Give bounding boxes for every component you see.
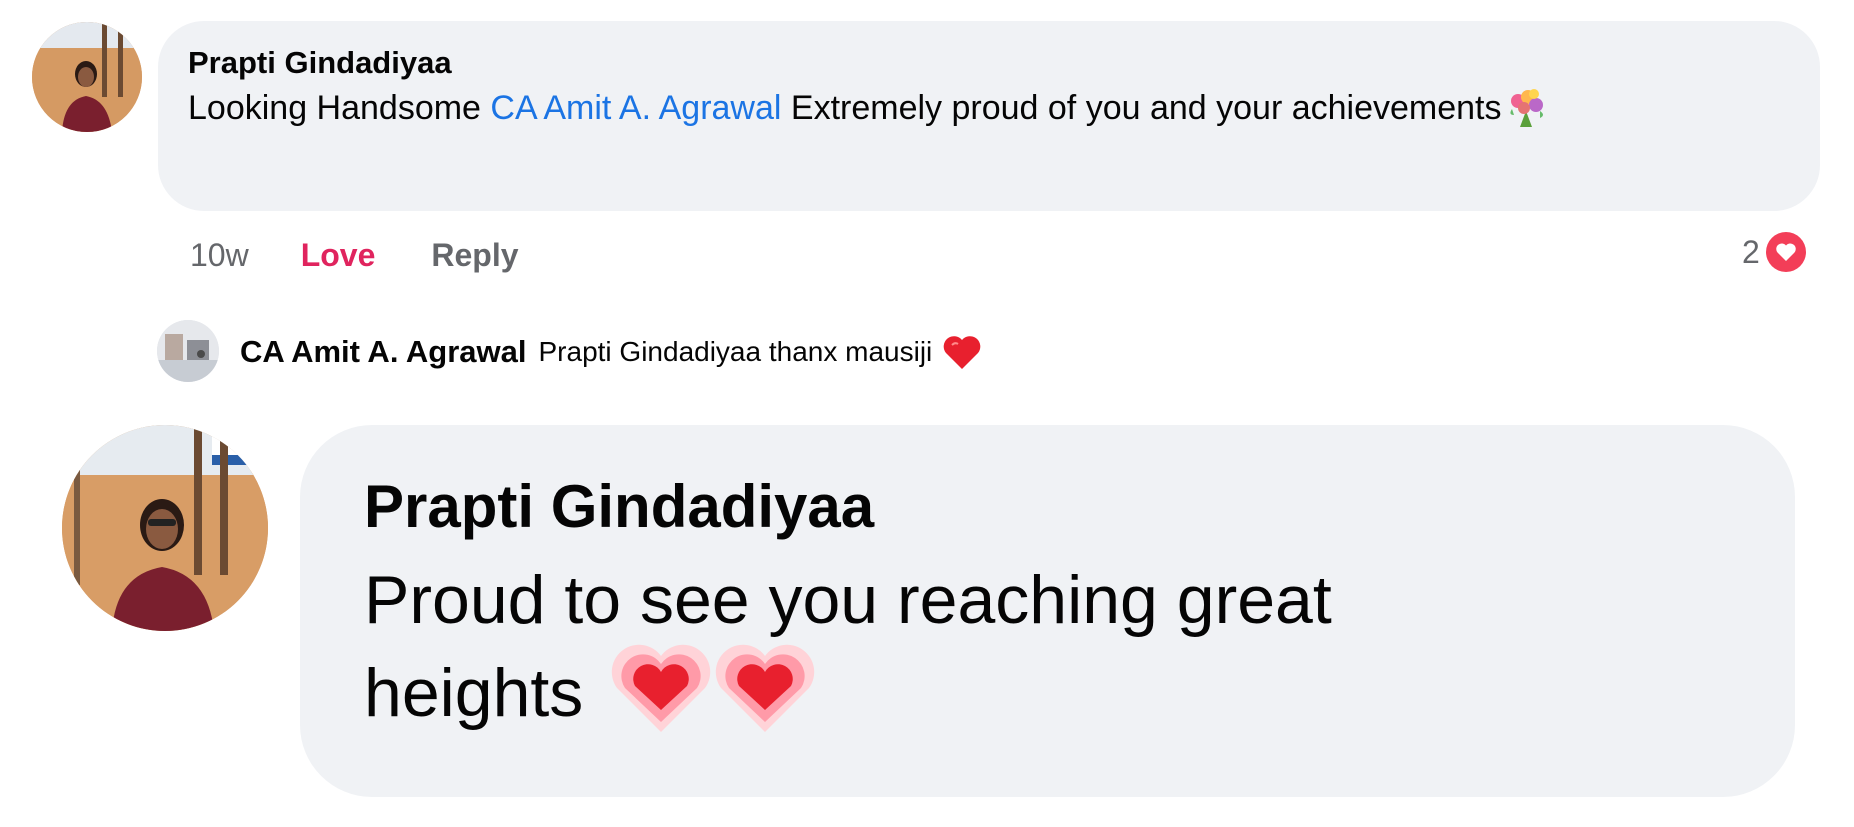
love-reaction-icon	[1765, 232, 1806, 272]
comment-author[interactable]: Prapti Gindadiyaa	[188, 43, 1792, 83]
comment-bubble-large: Prapti Gindadiyaa Proud to see you reach…	[300, 425, 1795, 797]
comment-text: Proud to see you reaching great heights	[364, 557, 1564, 737]
avatar[interactable]	[32, 22, 142, 132]
comment-thread: Prapti Gindadiyaa Looking Handsome CA Am…	[0, 0, 1854, 827]
comment-text: Looking Handsome CA Amit A. Agrawal Extr…	[188, 83, 1618, 133]
reply-comment: CA Amit A. Agrawal Prapti Gindadiyaa tha…	[240, 333, 982, 371]
bouquet-icon	[1504, 85, 1548, 129]
reaction-summary[interactable]: 2	[1742, 232, 1806, 272]
comment-text-start: Looking Handsome	[188, 89, 491, 127]
profile-photo	[62, 425, 268, 631]
reaction-count: 2	[1742, 233, 1760, 270]
comment-text-body: Proud to see you reaching great heights	[364, 562, 1332, 731]
reply-button[interactable]: Reply	[431, 235, 518, 275]
reply-avatar[interactable]	[157, 320, 219, 382]
comment-timestamp[interactable]: 10w	[190, 235, 249, 275]
profile-photo	[157, 320, 219, 382]
comment-bubble: Prapti Gindadiyaa Looking Handsome CA Am…	[158, 21, 1820, 211]
comment-text-end: Extremely proud of you and your achievem…	[781, 89, 1502, 127]
beating-heart-icon	[611, 644, 711, 734]
mention-link[interactable]: CA Amit A. Agrawal	[490, 89, 781, 127]
love-button[interactable]: Love	[301, 235, 376, 275]
reply-author[interactable]: CA Amit A. Agrawal	[240, 334, 527, 370]
profile-photo	[32, 22, 142, 132]
comment-author[interactable]: Prapti Gindadiyaa	[364, 471, 1755, 543]
reply-text: Prapti Gindadiyaa thanx mausiji	[538, 336, 933, 367]
avatar[interactable]	[62, 425, 268, 631]
red-heart-icon	[942, 333, 982, 371]
comment-actions: 10w Love Reply	[190, 235, 519, 275]
beating-heart-icon	[715, 644, 815, 734]
